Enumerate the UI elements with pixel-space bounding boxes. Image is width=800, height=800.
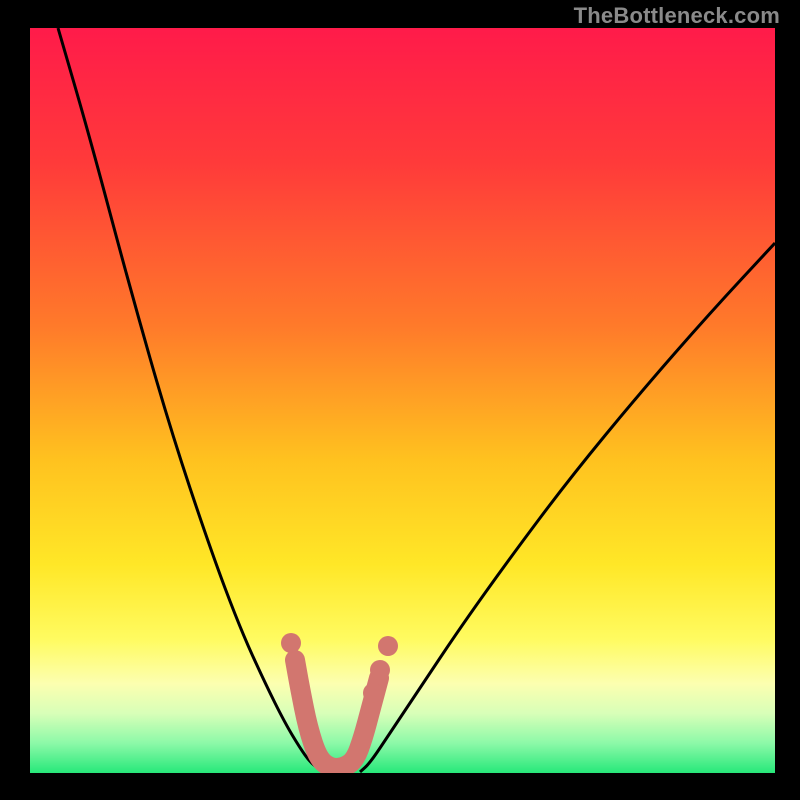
- dot_left_upper: [281, 633, 301, 653]
- chart-curves: [30, 28, 775, 773]
- series-left_curve: [58, 28, 324, 772]
- dot_right_3: [378, 636, 398, 656]
- dot_right_2: [370, 660, 390, 680]
- series-valley_outline: [295, 660, 379, 768]
- dot_right_1: [363, 683, 383, 703]
- series-right_curve: [360, 243, 775, 772]
- plot-area: [30, 28, 775, 773]
- chart-frame: TheBottleneck.com: [0, 0, 800, 800]
- watermark-text: TheBottleneck.com: [574, 3, 780, 29]
